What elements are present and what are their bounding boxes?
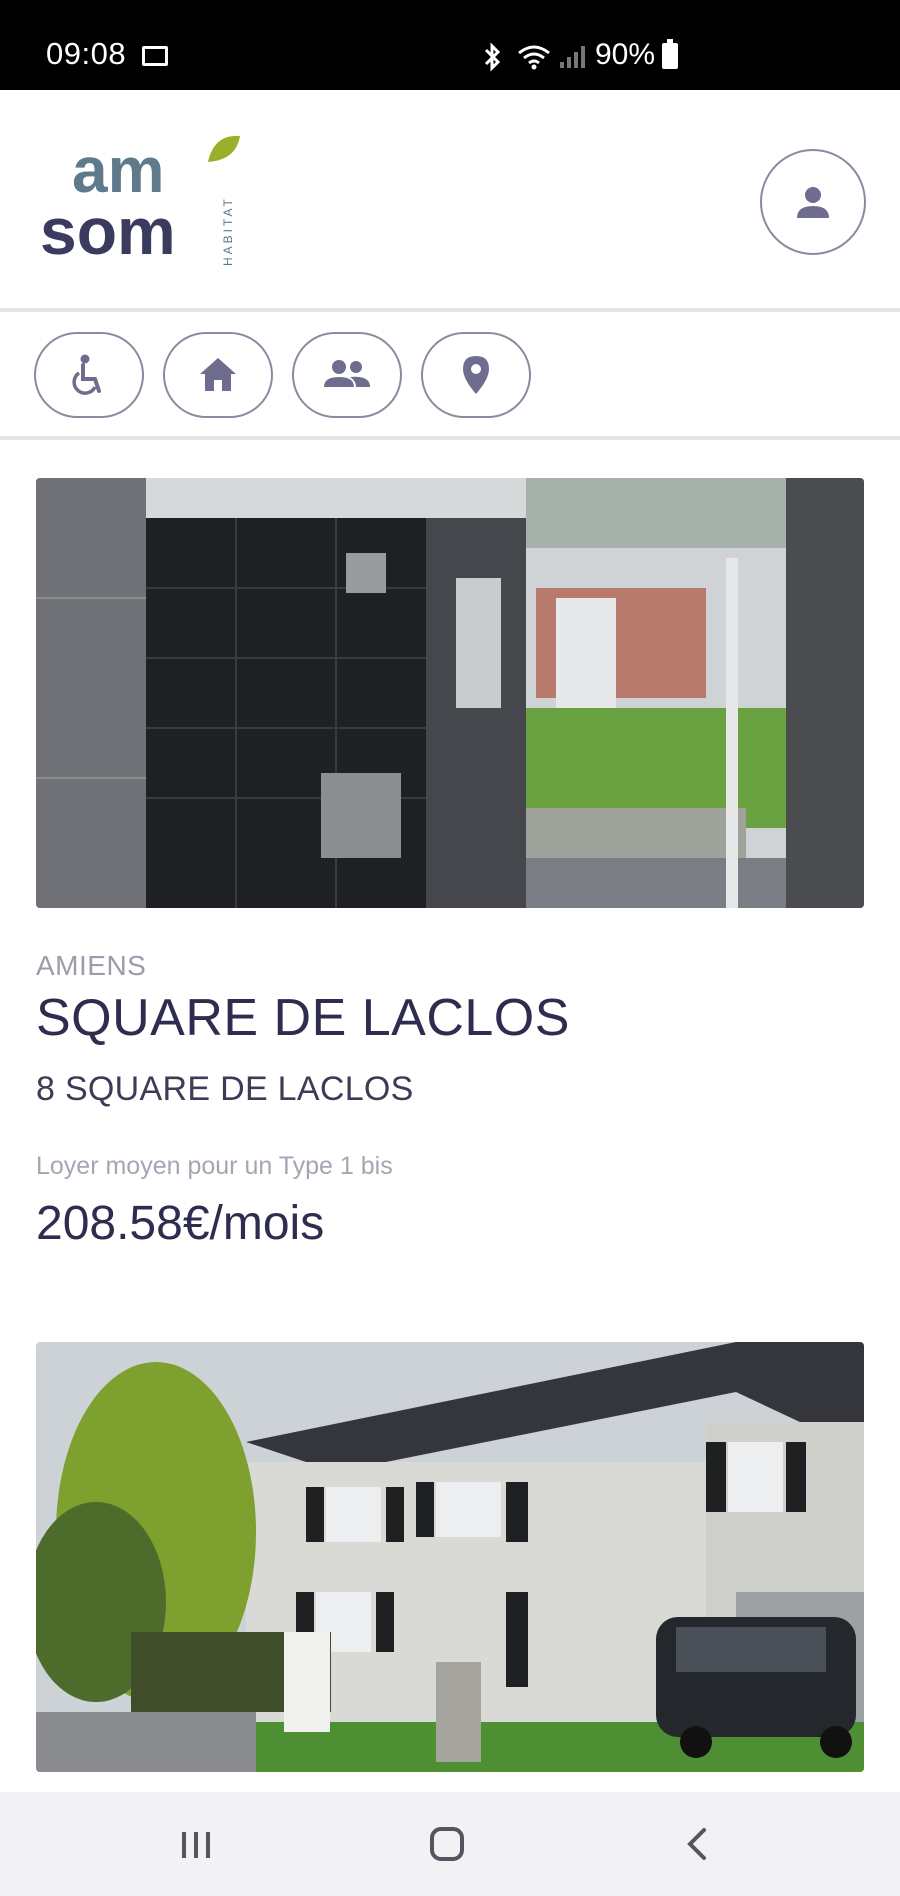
battery-percent: 90% bbox=[595, 38, 656, 71]
filter-accessibility-button[interactable] bbox=[34, 332, 144, 418]
filter-location-button[interactable] bbox=[421, 332, 531, 418]
filter-divider bbox=[0, 436, 900, 440]
listing-photo[interactable] bbox=[36, 478, 864, 908]
back-icon bbox=[687, 1828, 706, 1860]
home-icon bbox=[200, 358, 236, 391]
status-time: 09:08 bbox=[46, 36, 127, 71]
listing-photo[interactable] bbox=[36, 1342, 864, 1772]
wheelchair-icon bbox=[72, 354, 101, 395]
gallery-icon bbox=[142, 46, 168, 66]
filter-bar bbox=[0, 312, 900, 436]
group-icon bbox=[324, 360, 370, 387]
back-button[interactable] bbox=[658, 1812, 738, 1876]
amsom-habitat-logo: am som HABITAT bbox=[40, 134, 240, 268]
filter-housing-button[interactable] bbox=[163, 332, 273, 418]
house-photo bbox=[36, 1342, 864, 1772]
logo-line2: som bbox=[40, 194, 176, 268]
home-button[interactable] bbox=[407, 1812, 487, 1876]
system-nav-bar bbox=[0, 1792, 900, 1896]
home-circle-icon bbox=[430, 1827, 464, 1861]
listing-city: AMIENS bbox=[36, 950, 147, 981]
building-entrance-photo bbox=[36, 478, 864, 908]
rent-value: 208.58€/mois bbox=[36, 1197, 325, 1250]
recent-apps-icon bbox=[182, 1832, 210, 1858]
wifi-icon bbox=[518, 45, 550, 70]
battery-icon bbox=[662, 39, 678, 69]
filter-people-button[interactable] bbox=[292, 332, 402, 418]
listing-address: 8 SQUARE DE LACLOS bbox=[36, 1070, 414, 1108]
profile-button[interactable] bbox=[760, 149, 866, 255]
status-bar: 09:08 90% bbox=[0, 0, 900, 90]
app-header: am som HABITAT bbox=[0, 90, 900, 308]
bluetooth-icon bbox=[484, 42, 501, 72]
logo-subtext: HABITAT bbox=[221, 196, 235, 266]
rent-label: Loyer moyen pour un Type 1 bis bbox=[36, 1152, 393, 1180]
user-icon bbox=[797, 187, 829, 218]
signal-icon bbox=[560, 46, 585, 68]
recent-apps-button[interactable] bbox=[156, 1812, 236, 1876]
listing-title[interactable]: SQUARE DE LACLOS bbox=[36, 988, 570, 1048]
leaf-icon bbox=[208, 135, 240, 162]
location-pin-icon bbox=[463, 356, 489, 394]
